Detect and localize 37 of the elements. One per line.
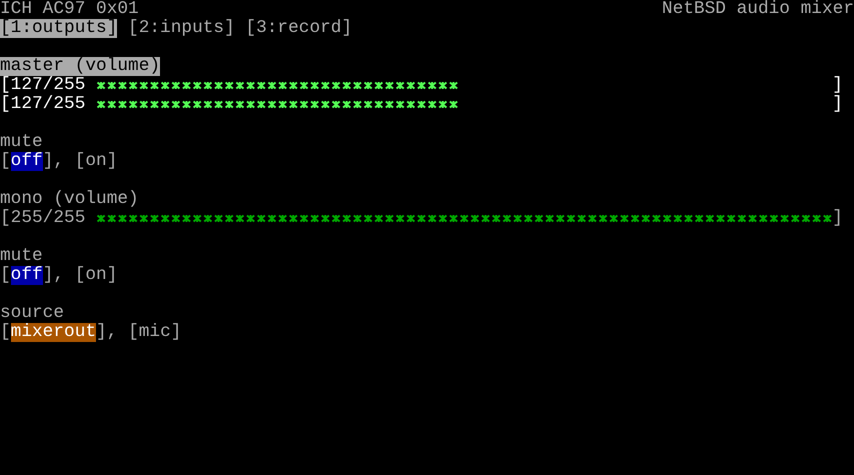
separator: , — [53, 152, 66, 171]
bar-end-bracket: ] — [832, 209, 843, 228]
tab[interactable]: [3:record] — [245, 19, 352, 38]
bracket: [ — [0, 266, 11, 285]
bracket: [ — [128, 323, 139, 342]
volume-reading: [127/255 — [0, 76, 86, 95]
control-label[interactable]: mute — [0, 133, 43, 152]
volume-reading: [255/255 — [0, 209, 86, 228]
bracket: [ — [74, 266, 86, 285]
bracket: ] — [96, 323, 107, 342]
option[interactable]: mixerout — [10, 323, 96, 342]
control-label[interactable]: mute — [0, 247, 43, 266]
control-label[interactable]: mono (volume) — [0, 190, 139, 209]
bracket: ] — [42, 152, 54, 171]
separator: , — [106, 323, 118, 342]
bracket: [ — [74, 152, 86, 171]
volume-reading: [127/255 — [0, 95, 86, 114]
option[interactable]: on — [85, 152, 107, 171]
bracket: ] — [170, 323, 182, 342]
bracket: [ — [0, 323, 11, 342]
separator: , — [53, 266, 66, 285]
bar-end-bracket: ] — [832, 95, 843, 114]
bar-end-bracket: ] — [832, 76, 843, 95]
bracket: ] — [42, 266, 54, 285]
tab[interactable]: [1:outputs] — [0, 19, 118, 38]
option[interactable]: mic — [138, 323, 171, 342]
option[interactable]: on — [85, 266, 107, 285]
bracket: ] — [106, 266, 118, 285]
app-title: NetBSD audio mixer — [662, 0, 854, 19]
bracket: [ — [0, 152, 11, 171]
control-label[interactable]: master (volume) — [0, 57, 160, 76]
tab[interactable]: [2:inputs] — [128, 19, 235, 38]
device-name: ICH AC97 0x01 — [0, 0, 139, 19]
control-label[interactable]: source — [0, 304, 64, 323]
option[interactable]: off — [10, 152, 43, 171]
option[interactable]: off — [10, 266, 43, 285]
bracket: ] — [106, 152, 118, 171]
